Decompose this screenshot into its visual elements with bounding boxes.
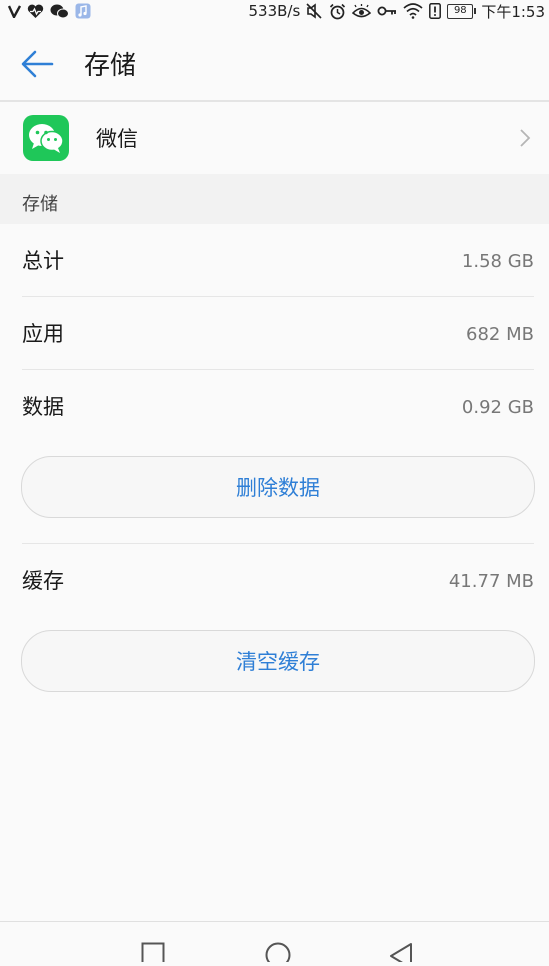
heart-icon [27, 4, 44, 19]
app-bar: 存储 [0, 22, 549, 102]
home-button[interactable] [264, 942, 292, 966]
music-app-icon [75, 3, 91, 19]
home-icon [265, 942, 291, 966]
storage-row-data: 数据 0.92 GB [22, 370, 534, 442]
battery-icon: 98 [447, 3, 477, 19]
status-bar: 533B/s 98 下午1:53 [0, 0, 549, 22]
eye-comfort-icon [352, 3, 372, 19]
row-label: 总计 [22, 249, 64, 273]
app-name: 微信 [96, 127, 138, 151]
network-speed: 533B/s [248, 2, 301, 20]
row-value: 0.92 GB [461, 397, 534, 418]
back-button[interactable] [20, 49, 56, 81]
battery-level: 98 [453, 5, 467, 16]
delete-data-button[interactable]: 删除数据 [21, 456, 535, 518]
row-label: 数据 [22, 395, 64, 419]
status-left [8, 0, 91, 22]
mute-icon [306, 3, 323, 19]
row-value: 1.58 GB [461, 251, 534, 272]
wechat-notify-icon [50, 4, 69, 19]
recent-apps-button[interactable] [141, 942, 165, 966]
back-arrow-icon [21, 50, 54, 78]
recent-apps-icon [141, 942, 165, 966]
signal-v-icon [8, 4, 21, 18]
back-triangle-icon [390, 943, 412, 966]
alarm-icon [329, 3, 346, 20]
row-label: 缓存 [22, 569, 64, 593]
alert-icon [429, 3, 442, 19]
app-row[interactable]: 微信 [0, 102, 549, 174]
nav-back-button[interactable] [388, 942, 414, 966]
chevron-right-icon [520, 129, 531, 147]
row-value: 41.77 MB [448, 571, 534, 592]
clock: 下午1:53 [481, 2, 545, 21]
nav-bar [0, 921, 549, 966]
storage-row-cache: 缓存 41.77 MB [22, 544, 534, 616]
storage-row-app: 应用 682 MB [22, 297, 534, 370]
wechat-icon [23, 115, 69, 161]
wifi-icon [403, 3, 423, 19]
page-title: 存储 [84, 51, 137, 81]
clear-cache-button[interactable]: 清空缓存 [21, 630, 535, 692]
key-icon [377, 5, 397, 17]
status-right: 533B/s 98 下午1:53 [249, 0, 545, 22]
storage-row-total: 总计 1.58 GB [22, 224, 534, 297]
row-label: 应用 [22, 322, 64, 346]
row-value: 682 MB [466, 324, 534, 345]
section-header-storage: 存储 [0, 174, 549, 224]
